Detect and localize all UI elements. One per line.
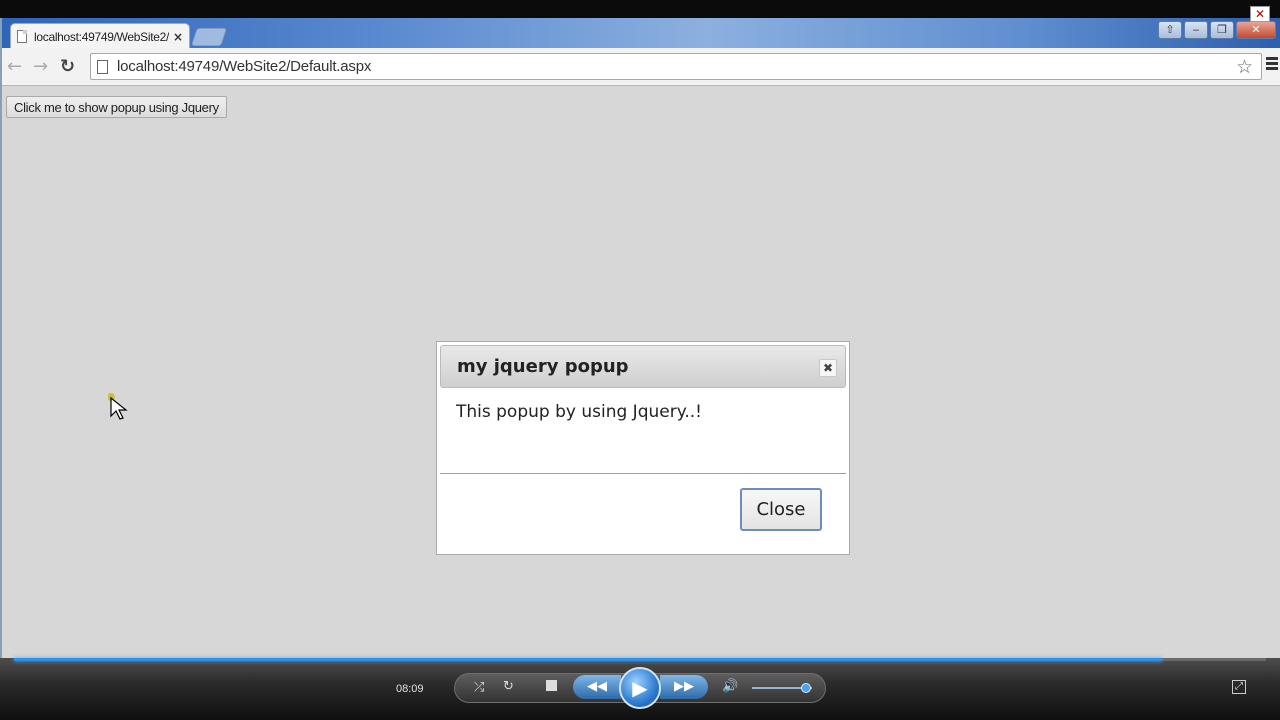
play-icon[interactable]: ▶ bbox=[619, 667, 661, 709]
stop-icon[interactable] bbox=[546, 680, 557, 691]
menu-icon[interactable] bbox=[1266, 57, 1278, 72]
fullscreen-icon[interactable]: ⤢ bbox=[1232, 680, 1246, 694]
browser-window: localhost:49749/WebSite2/ × ⇧ ‒ ❐ ✕ ← → … bbox=[0, 18, 1280, 658]
close-icon[interactable]: ✖ bbox=[819, 359, 837, 377]
tab-close-icon[interactable]: × bbox=[173, 30, 183, 44]
time-display: 08:09 bbox=[396, 683, 424, 695]
new-tab-button[interactable] bbox=[191, 28, 227, 46]
page-icon bbox=[17, 30, 27, 43]
restore-button[interactable]: ❐ bbox=[1210, 21, 1234, 39]
player-close-icon[interactable]: ✕ bbox=[1250, 6, 1270, 22]
address-bar[interactable]: localhost:49749/WebSite2/Default.aspx ☆ bbox=[90, 53, 1262, 80]
star-icon[interactable]: ☆ bbox=[1236, 56, 1253, 78]
volume-icon[interactable]: 🔊 bbox=[722, 679, 738, 694]
next-icon[interactable]: ▶▶ bbox=[660, 675, 708, 699]
tab-localhost[interactable]: localhost:49749/WebSite2/ × bbox=[10, 23, 190, 49]
dialog-message: This popup by using Jquery..! bbox=[440, 388, 846, 474]
volume-knob[interactable] bbox=[801, 683, 811, 693]
screen: ✕ localhost:49749/WebSite2/ × ⇧ ‒ ❐ ✕ ← … bbox=[0, 0, 1280, 720]
minimize-button[interactable]: ‒ bbox=[1184, 21, 1208, 39]
repeat-icon[interactable]: ↻ bbox=[503, 679, 514, 694]
shuffle-icon[interactable]: ⤮ bbox=[474, 680, 484, 695]
user-icon[interactable]: ⇧ bbox=[1158, 21, 1182, 39]
back-arrow-icon[interactable]: ← bbox=[7, 56, 22, 77]
media-player-bar: 08:09 ⤮ ↻ ◀◀ ▶▶ ▶ 🔊 ⤢ bbox=[0, 658, 1280, 720]
reload-icon[interactable]: ↻ bbox=[60, 56, 75, 77]
top-strip bbox=[0, 0, 1280, 18]
popup-dialog: my jquery popup ✖ This popup by using Jq… bbox=[436, 341, 850, 555]
browser-toolbar: ← → ↻ localhost:49749/WebSite2/Default.a… bbox=[2, 48, 1280, 86]
show-popup-button[interactable]: Click me to show popup using Jquery bbox=[6, 96, 227, 118]
page-icon bbox=[97, 59, 108, 74]
window-controls: ⇧ ‒ ❐ ✕ bbox=[1158, 21, 1276, 39]
seek-progress bbox=[14, 658, 1163, 661]
tab-bar: localhost:49749/WebSite2/ × ⇧ ‒ ❐ ✕ bbox=[2, 18, 1280, 49]
tab-title: localhost:49749/WebSite2/ bbox=[34, 29, 169, 44]
url-text[interactable]: localhost:49749/WebSite2/Default.aspx bbox=[117, 58, 371, 75]
cursor-icon bbox=[108, 393, 128, 420]
close-button[interactable]: Close bbox=[740, 488, 822, 531]
window-close-button[interactable]: ✕ bbox=[1236, 21, 1276, 39]
previous-icon[interactable]: ◀◀ bbox=[573, 675, 621, 699]
dialog-title: my jquery popup bbox=[457, 356, 629, 377]
dialog-titlebar[interactable]: my jquery popup ✖ bbox=[440, 345, 846, 388]
forward-arrow-icon[interactable]: → bbox=[33, 56, 48, 77]
seek-bar[interactable] bbox=[14, 658, 1266, 661]
dialog-footer: Close bbox=[440, 474, 846, 550]
